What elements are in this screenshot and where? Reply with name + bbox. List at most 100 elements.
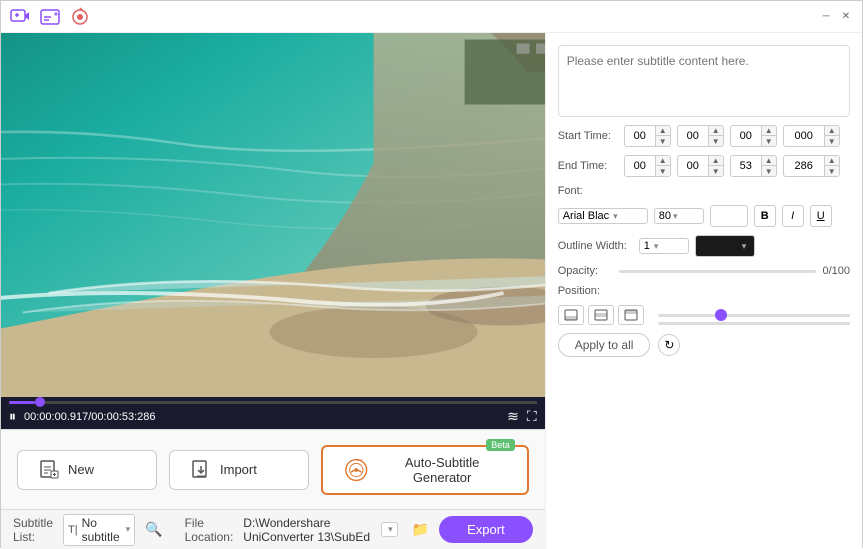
auto-subtitle-label: Auto-Subtitle Generator	[377, 455, 506, 485]
font-size-select[interactable]: 80 ▾	[654, 208, 704, 224]
controls-right: ≋ ⛶	[507, 408, 537, 425]
start-ms-down[interactable]: ▼	[825, 136, 839, 146]
start-hour-input[interactable]: ▲ ▼	[624, 125, 671, 147]
video-preview	[1, 33, 545, 397]
start-sec-field[interactable]	[731, 128, 761, 144]
pause-button[interactable]: ⏸	[9, 408, 16, 425]
export-button[interactable]: Export	[439, 516, 533, 543]
end-sec-input[interactable]: ▲ ▼	[730, 155, 777, 177]
start-ms-field[interactable]	[784, 128, 824, 144]
start-min-input[interactable]: ▲ ▼	[677, 125, 724, 147]
apply-to-all-button[interactable]: Apply to all	[558, 333, 651, 357]
end-ms-down[interactable]: ▼	[825, 166, 839, 176]
position-right-button[interactable]	[618, 305, 644, 325]
progress-thumb	[35, 397, 45, 407]
apply-row: Apply to all ↻	[558, 333, 850, 357]
start-min-field[interactable]	[678, 128, 708, 144]
start-sec-input[interactable]: ▲ ▼	[730, 125, 777, 147]
end-hour-field[interactable]	[625, 158, 655, 174]
auto-subtitle-button[interactable]: Beta Auto-Subtitle Generator	[321, 445, 529, 495]
end-sec-spinners: ▲ ▼	[761, 156, 776, 176]
start-hour-field[interactable]	[625, 128, 655, 144]
end-min-input[interactable]: ▲ ▼	[677, 155, 724, 177]
end-ms-spinners: ▲ ▼	[824, 156, 839, 176]
outline-color-picker[interactable]: ▾	[695, 235, 755, 257]
waveform-icon[interactable]: ≋	[507, 408, 519, 425]
start-hour-up[interactable]: ▲	[656, 126, 670, 136]
fullscreen-button[interactable]: ⛶	[527, 408, 537, 425]
end-hour-spinners: ▲ ▼	[655, 156, 670, 176]
subtitle-textarea[interactable]	[558, 45, 850, 117]
progress-bar[interactable]	[9, 401, 537, 404]
time-display: 00:00:00.917/00:00:53:286	[24, 411, 156, 423]
start-hour-spinners: ▲ ▼	[655, 126, 670, 146]
beta-badge: Beta	[486, 439, 515, 451]
import-button[interactable]: Import	[169, 450, 309, 490]
font-controls-row: Arial Blac ▾ 80 ▾ B I U	[558, 205, 850, 227]
position-slider[interactable]	[658, 314, 850, 317]
end-min-field[interactable]	[678, 158, 708, 174]
controls-row: ⏸ 00:00:00.917/00:00:53:286 ≋ ⛶	[9, 408, 537, 425]
position-row: Position:	[558, 285, 850, 297]
close-button[interactable]: ✕	[838, 9, 854, 25]
start-sec-down[interactable]: ▼	[762, 136, 776, 146]
position-thumb	[715, 309, 727, 321]
position-left-button[interactable]	[558, 305, 584, 325]
end-ms-up[interactable]: ▲	[825, 156, 839, 166]
left-panel: ⏸ 00:00:00.917/00:00:53:286 ≋ ⛶	[1, 33, 545, 549]
new-button[interactable]: New	[17, 450, 157, 490]
record-button[interactable]	[69, 6, 91, 28]
start-ms-spinners: ▲ ▼	[824, 126, 839, 146]
end-hour-input[interactable]: ▲ ▼	[624, 155, 671, 177]
end-hour-up[interactable]: ▲	[656, 156, 670, 166]
start-ms-input[interactable]: ▲ ▼	[783, 125, 840, 147]
end-min-spinners: ▲ ▼	[708, 156, 723, 176]
position-center-button[interactable]	[588, 305, 614, 325]
outline-color-chevron-icon: ▾	[742, 241, 747, 252]
position-left-icon	[564, 309, 578, 321]
opacity-slider[interactable]	[619, 270, 817, 273]
refresh-button[interactable]: ↻	[658, 334, 680, 356]
italic-button[interactable]: I	[782, 205, 804, 227]
end-hour-down[interactable]: ▼	[656, 166, 670, 176]
end-sec-down[interactable]: ▼	[762, 166, 776, 176]
add-subtitle-button[interactable]	[39, 6, 61, 28]
start-min-spinners: ▲ ▼	[708, 126, 723, 146]
start-ms-up[interactable]: ▲	[825, 126, 839, 136]
end-min-down[interactable]: ▼	[709, 166, 723, 176]
end-min-up[interactable]: ▲	[709, 156, 723, 166]
outline-width-select[interactable]: 1 ▾	[639, 238, 689, 254]
bottom-panel: New Import Beta	[1, 429, 545, 509]
start-hour-down[interactable]: ▼	[656, 136, 670, 146]
subtitle-list-select[interactable]: T| No subtitle ▾	[63, 514, 135, 546]
path-chevron-icon: ▾	[388, 524, 393, 535]
auto-subtitle-icon	[343, 456, 369, 484]
main-layout: ⏸ 00:00:00.917/00:00:53:286 ≋ ⛶	[1, 33, 862, 549]
file-location-label: File Location:	[185, 516, 234, 544]
end-ms-field[interactable]	[784, 158, 824, 174]
video-controls: ⏸ 00:00:00.917/00:00:53:286 ≋ ⛶	[1, 397, 545, 429]
end-time-label: End Time:	[558, 160, 618, 172]
file-path-select[interactable]: ▾	[381, 522, 398, 537]
status-bar: Subtitle List: T| No subtitle ▾ 🔍 File L…	[1, 509, 545, 549]
start-min-up[interactable]: ▲	[709, 126, 723, 136]
font-row: Font:	[558, 185, 850, 197]
video-area	[1, 33, 545, 397]
start-min-down[interactable]: ▼	[709, 136, 723, 146]
end-sec-up[interactable]: ▲	[762, 156, 776, 166]
end-ms-input[interactable]: ▲ ▼	[783, 155, 840, 177]
minimize-button[interactable]: ─	[818, 9, 834, 25]
underline-button[interactable]: U	[810, 205, 832, 227]
font-family-select[interactable]: Arial Blac ▾	[558, 208, 648, 224]
outline-width-row: Outline Width: 1 ▾ ▾	[558, 235, 850, 257]
bold-button[interactable]: B	[754, 205, 776, 227]
start-sec-up[interactable]: ▲	[762, 126, 776, 136]
search-icon[interactable]: 🔍	[145, 521, 162, 538]
font-color-picker[interactable]	[710, 205, 748, 227]
font-family-value: Arial Blac	[563, 210, 609, 222]
subtitle-list-value: No subtitle	[82, 516, 120, 544]
end-sec-field[interactable]	[731, 158, 761, 174]
add-video-button[interactable]	[9, 6, 31, 28]
title-bar: ─ ✕	[1, 1, 862, 33]
folder-icon[interactable]: 📁	[412, 521, 429, 538]
